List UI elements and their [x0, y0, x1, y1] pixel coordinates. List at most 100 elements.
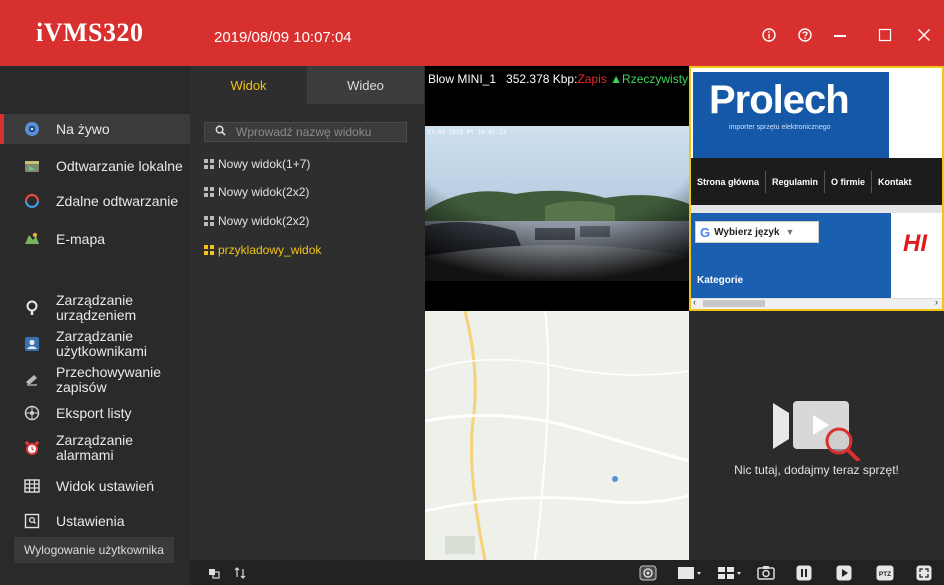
live-view-icon: [24, 121, 40, 137]
no-device-icon: [773, 401, 861, 461]
empty-message: Nic tutaj, dodajmy teraz sprzęt!: [734, 463, 899, 477]
sidebar-item-label: Eksport listy: [56, 404, 132, 421]
sidebar-item-label: Zarządzanie alarmami: [56, 432, 134, 463]
search-input[interactable]: [236, 125, 396, 139]
fisheye-icon[interactable]: [638, 564, 658, 581]
play-icon[interactable]: [834, 564, 854, 581]
sidebar-item-settings-view[interactable]: Widok ustawień: [0, 471, 190, 501]
scroll-right-icon: ›: [935, 297, 938, 307]
sidebar-item-label: Zarządzanie urządzeniem: [56, 292, 137, 323]
bottom-toolbar: PTZ: [190, 560, 944, 585]
datetime-display: 2019/08/09 10:07:04: [214, 29, 352, 46]
app-logo: iVMS320: [36, 18, 144, 47]
pause-icon[interactable]: [794, 564, 814, 581]
capture-icon[interactable]: [756, 564, 776, 581]
settings-icon: [24, 513, 40, 529]
sidebar-item-device-management[interactable]: Zarządzanie urządzeniem: [0, 290, 190, 326]
sidebar-item-label: Na żywo: [56, 120, 110, 137]
layout-single-icon[interactable]: [676, 564, 704, 581]
view-panel: Widok Wideo Nowy widok(1+7) Nowy widok(2…: [190, 66, 425, 560]
web-menu-item: O firmie: [825, 170, 873, 193]
device-management-icon: [24, 300, 40, 316]
export-list-icon: [24, 405, 40, 421]
sidebar-item-label: Ustawienia: [56, 512, 125, 529]
sidebar-item-local-playback[interactable]: Odtwarzanie lokalne: [0, 151, 190, 181]
logo-subtitle: importer sprzętu elektronicznego: [729, 124, 831, 131]
sidebar-item-alarm-management[interactable]: Zarządzanie alarmami: [0, 430, 190, 466]
ptz-icon[interactable]: PTZ: [874, 564, 896, 581]
storage-icon: [24, 372, 40, 388]
logout-button[interactable]: Wylogowanie użytkownika: [14, 537, 174, 563]
dropdown-arrow-icon: ▼: [785, 227, 795, 237]
view-list-item[interactable]: Nowy widok(1+7): [204, 157, 310, 171]
web-menu-item: Strona główna: [691, 170, 767, 193]
sidebar-item-label: E-mapa: [56, 230, 106, 247]
view-label: Nowy widok(2x2): [218, 185, 310, 199]
prolech-logo: Prolech importer sprzętu elektronicznego: [693, 72, 889, 158]
sidebar-item-live-view[interactable]: Na żywo: [0, 114, 190, 144]
web-menu-item: Kontakt: [878, 176, 912, 187]
info-icon[interactable]: [758, 24, 780, 46]
side-logo-text: HI: [903, 230, 927, 257]
view-list-item[interactable]: Nowy widok(2x2): [204, 214, 309, 228]
web-menu-item: Regulamin: [766, 170, 826, 193]
web-divider: [691, 205, 942, 213]
minimize-icon[interactable]: [829, 24, 851, 46]
sidebar-item-export-list[interactable]: Eksport listy: [0, 398, 190, 428]
google-icon: G: [700, 224, 711, 240]
video-window-2-selected[interactable]: Prolech importer sprzętu elektronicznego…: [689, 66, 944, 311]
sidebar-item-emap[interactable]: E-mapa: [0, 224, 190, 254]
tab-view[interactable]: Widok: [190, 66, 307, 104]
view-list-item[interactable]: Nowy widok(2x2): [204, 185, 309, 199]
view-label: przykladowy_widok: [218, 243, 322, 257]
user-management-icon: [24, 336, 40, 352]
alarm-icon: [24, 440, 40, 456]
video-window-3[interactable]: [425, 311, 689, 560]
emap-icon: [24, 231, 40, 247]
view-label: Nowy widok(1+7): [218, 157, 311, 171]
sidebar-item-label: Zarządzanie użytkownikami: [56, 328, 148, 359]
category-label: Kategorie: [697, 275, 744, 286]
view-list-item-selected[interactable]: przykladowy_widok: [204, 243, 321, 257]
help-icon[interactable]: [794, 24, 816, 46]
fullscreen-icon[interactable]: [914, 564, 934, 581]
translate-label: Wybierz język: [714, 226, 780, 238]
sidebar-item-user-management[interactable]: Zarządzanie użytkownikami: [0, 326, 190, 362]
sidebar-item-label: Zdalne odtwarzanie: [56, 192, 179, 209]
remote-playback-icon: [24, 193, 40, 209]
title-bar: iVMS320 2019/08/09 10:07:04: [0, 0, 944, 66]
view-label: Nowy widok(2x2): [218, 214, 310, 228]
swap-icon[interactable]: [232, 564, 248, 581]
web-menu: Strona główna Regulamin O firmie Kontakt: [691, 158, 942, 205]
video-window-1[interactable]: Blow MINI_1 352.378 Kbp:Zapis ▲Rzeczywis…: [425, 66, 689, 311]
settings-view-icon: [24, 478, 40, 494]
camera-feed-image: 27-08-2019 Pt 10:07:23: [425, 126, 689, 281]
grid-view-icon: [204, 187, 214, 197]
sidebar-item-storage[interactable]: Przechowywanie zapisów: [0, 362, 190, 398]
local-playback-icon: [24, 158, 40, 174]
sidebar-item-label: Przechowywanie zapisów: [56, 364, 162, 395]
sidebar-item-settings[interactable]: Ustawienia: [0, 506, 190, 536]
video-window-4[interactable]: Nic tutaj, dodajmy teraz sprzęt!: [689, 311, 944, 560]
scroll-left-icon: ‹: [693, 297, 696, 307]
view-search: [204, 122, 407, 142]
snapshot-window-icon[interactable]: [206, 564, 222, 581]
map-image: [425, 311, 689, 560]
sidebar-item-label: Odtwarzanie lokalne: [56, 157, 183, 174]
search-icon: [215, 125, 226, 139]
maximize-icon[interactable]: [874, 24, 896, 46]
osd-timestamp: 27-08-2019 Pt 10:07:23: [427, 129, 507, 136]
web-scroll-thumb: [703, 300, 765, 307]
grid-view-icon: [204, 159, 214, 169]
tab-video[interactable]: Wideo: [307, 66, 424, 104]
logo-text: Prolech: [709, 78, 850, 122]
layout-grid-icon[interactable]: [716, 564, 744, 581]
grid-view-icon: [204, 245, 214, 255]
sidebar-item-remote-playback[interactable]: Zdalne odtwarzanie: [0, 186, 190, 216]
sidebar-item-label: Widok ustawień: [56, 477, 155, 494]
close-icon[interactable]: [913, 24, 935, 46]
translate-box: G Wybierz język ▼: [695, 221, 819, 243]
sidebar: Na żywo Odtwarzanie lokalne Zdalne odtwa…: [0, 66, 190, 585]
grid-view-icon: [204, 216, 214, 226]
svg-text:PTZ: PTZ: [879, 571, 891, 578]
